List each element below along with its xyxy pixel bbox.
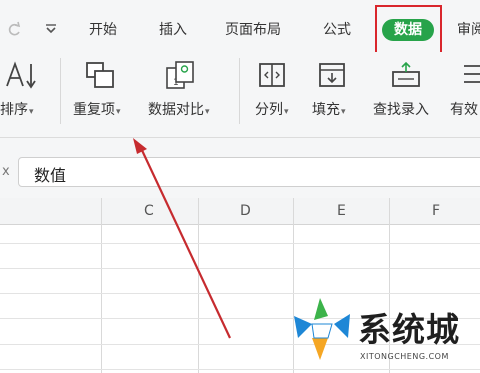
watermark-brand: 系统城 [358,310,460,349]
watermark-url: XITONGCHENG.COM [360,352,449,361]
watermark-logo-icon [294,298,350,360]
